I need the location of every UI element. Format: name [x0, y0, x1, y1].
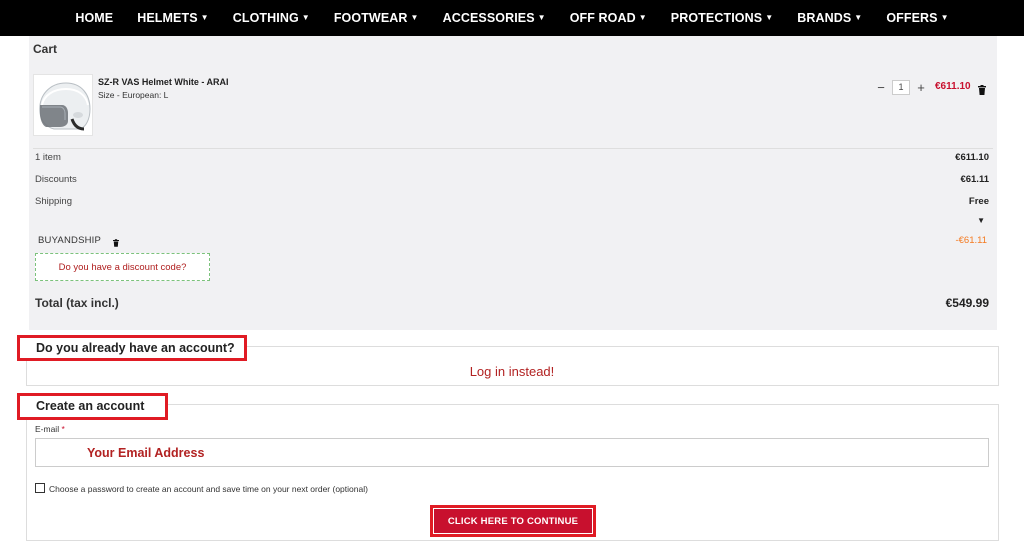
product-size: Size - European: L	[98, 90, 169, 100]
items-subtotal: €611.10	[955, 152, 989, 163]
product-name[interactable]: SZ-R VAS Helmet White - ARAI	[98, 77, 229, 87]
nav-item-footwear[interactable]: FOOTWEAR ▼	[322, 11, 431, 25]
nav-item-label: OFF ROAD	[569, 11, 636, 25]
email-label: E-mail *	[35, 424, 65, 434]
nav-item-label: BRANDS	[797, 11, 852, 25]
nav-item-home[interactable]: HOME	[63, 11, 125, 25]
shipping-value: Free	[968, 196, 989, 207]
quantity-input[interactable]: 1	[892, 80, 910, 95]
discounts-label: Discounts	[35, 174, 77, 185]
discounts-value: €61.11	[960, 174, 989, 185]
nav-item-label: ACCESSORIES	[442, 11, 535, 25]
nav-item-label: HOME	[75, 11, 114, 25]
login-section-heading: Do you already have an account?	[17, 335, 247, 361]
caret-down-icon: ▼	[537, 13, 546, 22]
nav-item-off-road[interactable]: OFF ROAD ▼	[558, 11, 659, 25]
create-password-checkbox[interactable]	[35, 483, 45, 493]
nav-item-brands[interactable]: BRANDS ▼	[785, 11, 874, 25]
create-password-label: Choose a password to create an account a…	[49, 484, 368, 494]
increment-button[interactable]: +	[916, 81, 926, 94]
remove-voucher-button[interactable]	[113, 234, 119, 252]
caret-down-icon: ▼	[765, 13, 774, 22]
cart-panel: Cart SZ-R VAS Helmet White - ARAI Size -…	[29, 36, 997, 330]
nav-item-protections[interactable]: PROTECTIONS ▼	[659, 11, 785, 25]
main-nav: HOME HELMETS ▼ CLOTHING ▼ FOOTWEAR ▼ ACCESS…	[0, 0, 1024, 36]
nav-item-clothing[interactable]: CLOTHING ▼	[221, 11, 322, 25]
caret-down-icon: ▼	[854, 13, 863, 22]
product-image[interactable]	[33, 74, 93, 136]
total-value: €549.99	[945, 296, 989, 310]
quantity-stepper: − 1 +	[876, 80, 926, 95]
nav-item-accessories[interactable]: ACCESSORIES ▼	[431, 11, 558, 25]
cart-title: Cart	[33, 42, 58, 56]
nav-item-label: PROTECTIONS	[670, 11, 763, 25]
trash-icon	[113, 239, 119, 247]
create-account-heading: Create an account	[17, 393, 168, 420]
nav-item-offers[interactable]: OFFERS ▼	[874, 11, 960, 25]
helmet-image	[34, 75, 92, 135]
required-marker: *	[61, 424, 65, 434]
trash-icon	[978, 85, 986, 95]
total-label: Total (tax incl.)	[35, 296, 119, 310]
caret-down-icon: ▼	[410, 13, 419, 22]
voucher-name: BUYANDSHIP	[38, 235, 102, 246]
divider	[33, 148, 993, 149]
nav-item-label: FOOTWEAR	[333, 11, 408, 25]
decrement-button[interactable]: −	[876, 81, 886, 94]
nav-item-label: OFFERS	[886, 11, 938, 25]
discount-code-link[interactable]: Do you have a discount code?	[35, 253, 210, 281]
caret-down-icon[interactable]: ▼	[977, 216, 985, 225]
email-label-text: E-mail	[35, 424, 60, 434]
remove-item-button[interactable]	[978, 82, 986, 100]
shipping-label: Shipping	[35, 196, 72, 207]
voucher-value: -€61.11	[955, 235, 987, 246]
caret-down-icon: ▼	[940, 13, 949, 22]
continue-button[interactable]: CLICK HERE TO CONTINUE	[434, 509, 592, 533]
nav-item-helmets[interactable]: HELMETS ▼	[125, 11, 220, 25]
caret-down-icon: ▼	[200, 13, 209, 22]
nav-item-label: HELMETS	[137, 11, 198, 25]
email-field[interactable]	[35, 438, 989, 467]
caret-down-icon: ▼	[301, 13, 310, 22]
caret-down-icon: ▼	[638, 13, 647, 22]
product-price: €611.10	[935, 81, 971, 92]
nav-item-label: CLOTHING	[232, 11, 299, 25]
items-count-label: 1 item	[35, 152, 61, 163]
login-link[interactable]: Log in instead!	[0, 364, 1024, 379]
